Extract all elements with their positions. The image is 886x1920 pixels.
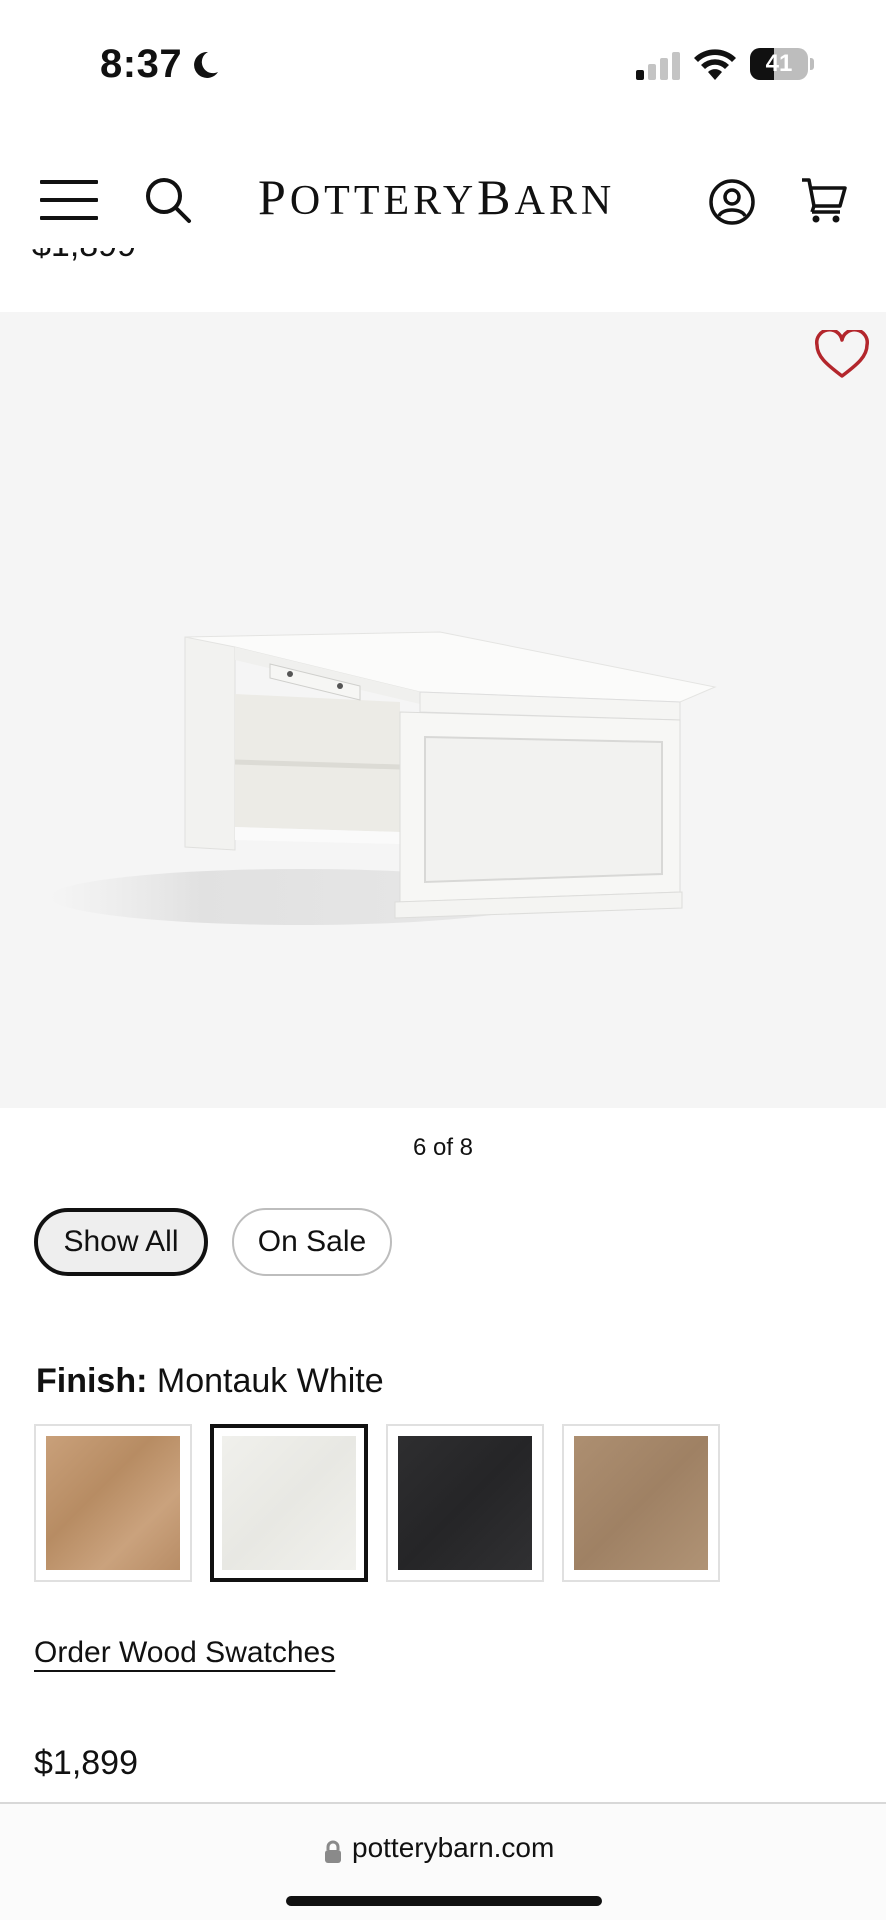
menu-icon[interactable]: [40, 180, 98, 220]
order-wood-swatches-link[interactable]: Order Wood Swatches: [34, 1636, 335, 1670]
home-indicator[interactable]: [286, 1896, 602, 1906]
swatch-seadrift[interactable]: [562, 1424, 720, 1582]
desk-illustration: [50, 631, 717, 925]
finish-value: Montauk White: [156, 1362, 384, 1400]
url-text: potterybarn.com: [352, 1832, 555, 1863]
swatch-fill-oak: [46, 1436, 180, 1570]
swatch-fill-seadrift: [574, 1436, 708, 1570]
brand-logo[interactable]: POTTERYBARN: [258, 168, 615, 226]
battery-nub: [810, 58, 814, 70]
partial-price: $1,899: [32, 248, 136, 280]
battery-icon: 41: [750, 48, 808, 80]
swatch-oak[interactable]: [34, 1424, 192, 1582]
browser-url-bar[interactable]: potterybarn.com: [0, 1802, 886, 1920]
finish-label: Finish: Montauk White: [36, 1362, 384, 1401]
wifi-icon: [694, 49, 736, 80]
heart-icon[interactable]: [814, 330, 870, 380]
account-icon[interactable]: [708, 178, 756, 226]
finish-label-key: Finish:: [36, 1362, 148, 1400]
swatch-montauk-white[interactable]: [210, 1424, 368, 1582]
search-icon[interactable]: [144, 176, 192, 224]
image-counter: 6 of 8: [412, 1134, 474, 1161]
status-time: 8:37: [100, 42, 183, 86]
lock-icon: [325, 1840, 341, 1863]
swatch-fill-montauk-white: [222, 1436, 356, 1570]
battery-level: 41: [765, 50, 793, 77]
product-image[interactable]: [0, 312, 886, 1108]
status-bar: 8:37 41: [0, 0, 886, 130]
moon-icon: [194, 51, 218, 78]
cellular-signal-icon: [636, 52, 680, 80]
on-sale-button[interactable]: On Sale: [232, 1208, 392, 1276]
show-all-button[interactable]: Show All: [34, 1208, 208, 1276]
cart-icon[interactable]: [800, 176, 848, 224]
product-price: $1,899: [34, 1744, 138, 1782]
swatch-black[interactable]: [386, 1424, 544, 1582]
swatch-fill-black: [398, 1436, 532, 1570]
